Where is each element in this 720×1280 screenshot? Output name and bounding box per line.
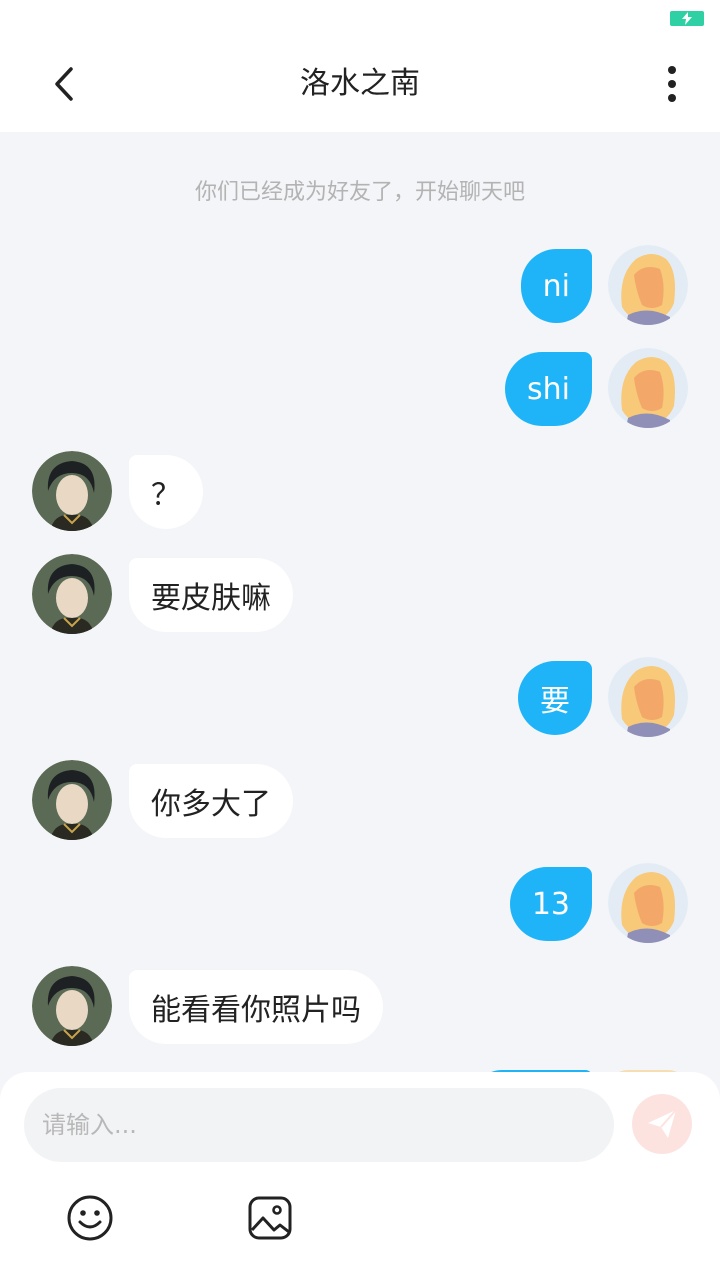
contact-avatar[interactable] bbox=[32, 451, 112, 531]
status-bar bbox=[0, 0, 720, 36]
input-panel bbox=[0, 1072, 720, 1280]
message-bubble-sent[interactable]: 13 bbox=[509, 867, 592, 941]
message-bubble-sent[interactable]: shi bbox=[505, 352, 592, 426]
image-button[interactable] bbox=[246, 1194, 294, 1242]
message-bubble-received[interactable]: ？ bbox=[129, 455, 203, 529]
more-options-button[interactable] bbox=[652, 60, 692, 108]
page-title: 洛水之南 bbox=[300, 66, 420, 101]
message-row: 要 bbox=[0, 657, 720, 737]
message-bubble-received[interactable]: 能看看你照片吗 bbox=[129, 970, 383, 1044]
my-avatar[interactable] bbox=[608, 348, 688, 428]
emoji-button[interactable] bbox=[66, 1194, 114, 1242]
chat-messages[interactable]: 你们已经成为好友了，开始聊天吧 ni shi ？ 要皮肤嘛 要 你多大了 13 … bbox=[0, 132, 720, 1072]
message-row: ni bbox=[0, 245, 720, 325]
message-row: 要皮肤嘛 bbox=[0, 554, 720, 634]
battery-icon bbox=[670, 11, 704, 26]
message-bubble-received[interactable]: 要皮肤嘛 bbox=[129, 558, 293, 632]
message-bubble-sent[interactable]: ni bbox=[520, 249, 592, 323]
message-row: 13 bbox=[0, 863, 720, 943]
message-input[interactable] bbox=[24, 1088, 614, 1162]
image-icon bbox=[248, 1196, 292, 1240]
more-vertical-icon bbox=[668, 66, 676, 102]
my-avatar[interactable] bbox=[608, 863, 688, 943]
message-bubble-received[interactable]: 你多大了 bbox=[129, 764, 293, 838]
chat-header: 洛水之南 bbox=[0, 36, 720, 132]
contact-avatar[interactable] bbox=[32, 760, 112, 840]
emoji-smile-icon bbox=[67, 1195, 113, 1241]
send-icon bbox=[648, 1109, 677, 1138]
message-row: 能看看你照片吗 bbox=[0, 966, 720, 1046]
message-bubble-sent[interactable]: 要 bbox=[518, 661, 592, 735]
my-avatar[interactable] bbox=[608, 657, 688, 737]
contact-avatar[interactable] bbox=[32, 966, 112, 1046]
system-message: 你们已经成为好友了，开始聊天吧 bbox=[194, 180, 525, 205]
contact-avatar[interactable] bbox=[32, 554, 112, 634]
send-button[interactable] bbox=[632, 1094, 692, 1154]
my-avatar[interactable] bbox=[608, 245, 688, 325]
message-row: shi bbox=[0, 348, 720, 428]
message-row: ？ bbox=[0, 451, 720, 531]
message-row: 你多大了 bbox=[0, 760, 720, 840]
